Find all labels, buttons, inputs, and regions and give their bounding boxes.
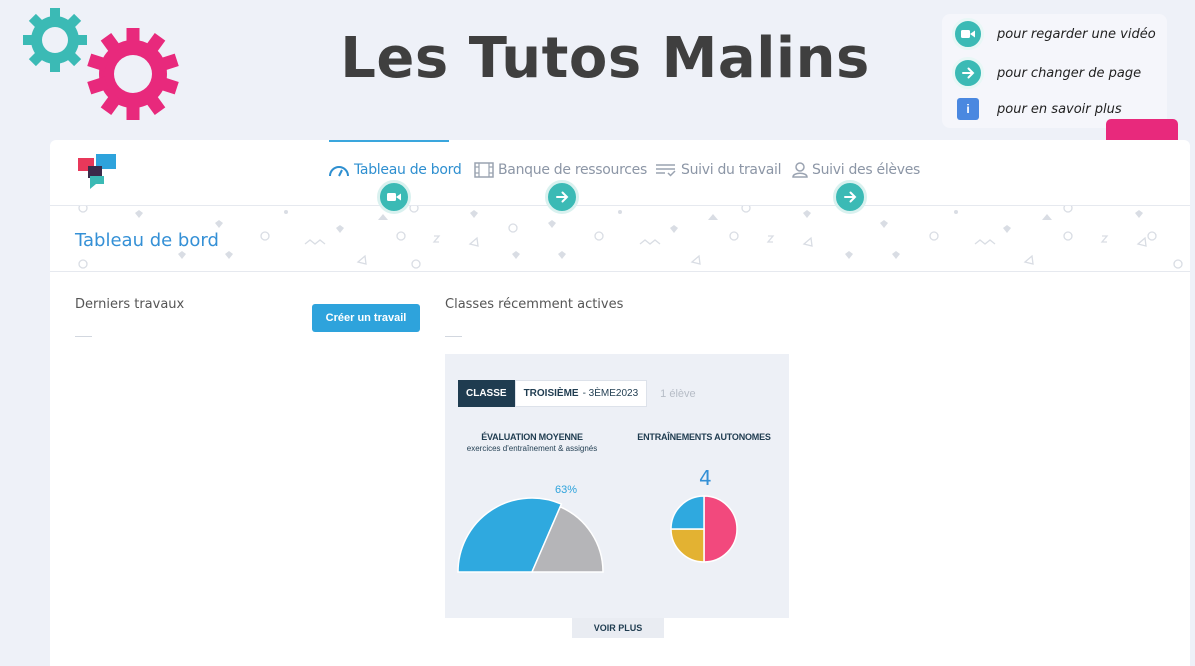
arrow-right-icon[interactable] [545, 180, 579, 214]
tab-suivi-du-travail[interactable]: Suivi du travail [655, 162, 781, 178]
user-icon [792, 162, 808, 178]
app-window: Tableau de bord Banque de ressources Sui… [50, 140, 1190, 666]
tab-banque-de-ressources[interactable]: Banque de ressources [474, 162, 647, 178]
film-icon [474, 162, 494, 178]
app-logo [78, 154, 116, 189]
divider [445, 336, 462, 337]
tab-label: Suivi du travail [681, 162, 782, 178]
header-pattern: Tableau de bord [50, 206, 1190, 272]
page-title: Tableau de bord [75, 230, 219, 251]
top-navigation: Tableau de bord Banque de ressources Sui… [50, 140, 1190, 206]
auto-slice-0 [703, 495, 738, 563]
legend-item-page: pour changer de page [952, 57, 1141, 89]
class-card[interactable]: CLASSE TROISIÈME - 3ÈME2023 1 élève ÉVAL… [445, 354, 789, 618]
tab-label: Suivi des élèves [812, 162, 921, 178]
list-check-icon [656, 164, 676, 177]
auto-slice-2 [670, 495, 705, 530]
active-tab-indicator [329, 140, 449, 142]
tab-label: Tableau de bord [354, 162, 462, 178]
legend-panel: pour regarder une vidéo pour changer de … [942, 14, 1167, 128]
recent-work-label: Derniers travaux [75, 297, 185, 312]
recent-classes-label: Classes récemment actives [445, 297, 624, 312]
tab-label: Banque de ressources [498, 162, 647, 178]
divider [75, 336, 92, 337]
see-more-button[interactable]: VOIR PLUS [572, 618, 664, 638]
legend-label: pour changer de page [997, 65, 1142, 81]
legend-label: pour regarder une vidéo [997, 26, 1156, 42]
decorative-pattern [78, 206, 1183, 269]
legend-item-info: i pour en savoir plus [952, 98, 1122, 120]
tab-suivi-des-eleves[interactable]: Suivi des élèves [792, 162, 920, 178]
arrow-right-icon[interactable] [833, 180, 867, 214]
info-icon: i [957, 98, 979, 120]
video-camera-icon [952, 18, 984, 50]
legend-item-video: pour regarder une vidéo [952, 18, 1156, 50]
arrow-right-icon [952, 57, 984, 89]
create-work-button[interactable]: Créer un travail [312, 304, 420, 332]
auto-slice-1 [670, 528, 705, 563]
gauge-icon [329, 166, 349, 177]
tab-tableau-de-bord[interactable]: Tableau de bord [328, 162, 462, 178]
legend-label: pour en savoir plus [997, 101, 1122, 117]
video-camera-icon[interactable] [377, 180, 411, 214]
auto-chart [670, 495, 738, 563]
